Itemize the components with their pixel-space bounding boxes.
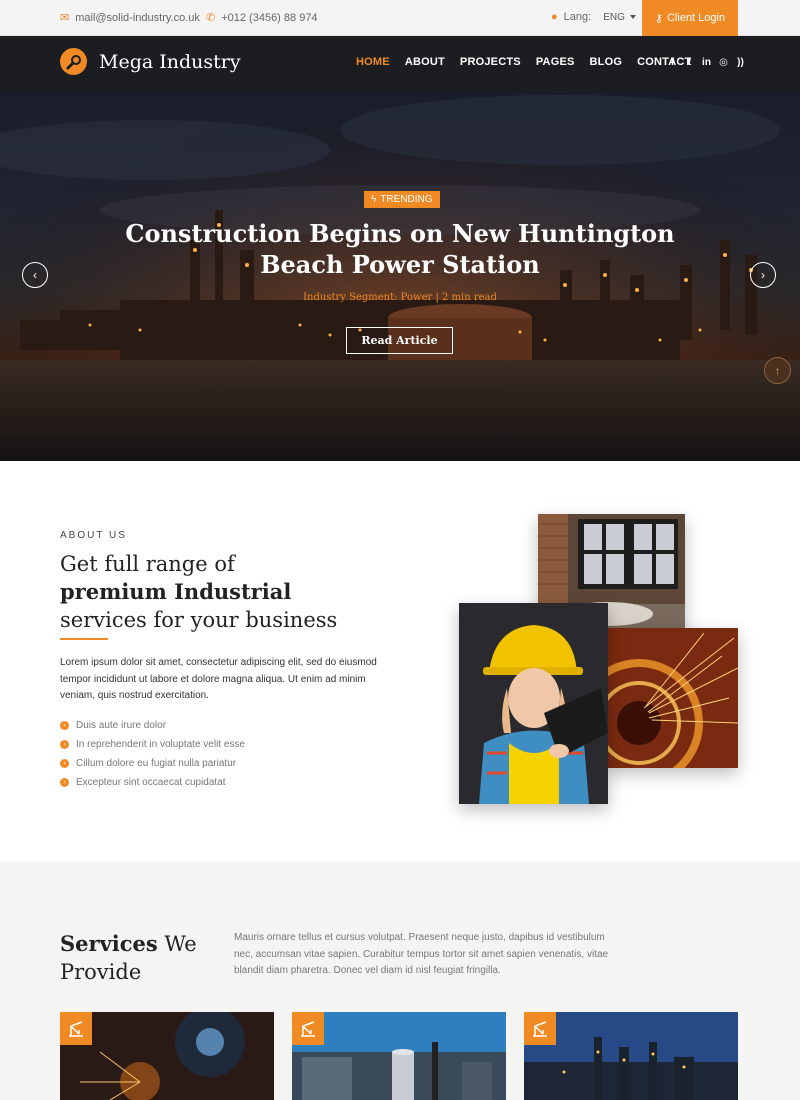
- service-card-refinery[interactable]: [524, 1012, 738, 1100]
- main-navbar: Mega Industry HOME ABOUT PROJECTS PAGES …: [0, 36, 800, 90]
- phone-contact[interactable]: ✆ +012 (3456) 88 974: [206, 11, 318, 25]
- phone-icon: ✆: [206, 12, 216, 24]
- chevron-right-icon: ›: [60, 740, 69, 749]
- services-heading-rest: We: [157, 932, 197, 956]
- instagram-icon[interactable]: ◎: [719, 57, 728, 68]
- arrow-up-icon: ↑: [774, 363, 781, 378]
- services-heading-bold: Services: [60, 931, 158, 956]
- language-selector[interactable]: ● Lang: ENG: [551, 11, 636, 23]
- nav-pages[interactable]: PAGES: [536, 56, 575, 68]
- lang-dropdown[interactable]: ENG: [603, 12, 636, 23]
- services-heading-line2: Provide: [60, 960, 142, 984]
- chevron-right-icon: ›: [60, 721, 69, 730]
- sparks-image: [604, 628, 738, 768]
- about-heading-line3: services for your business: [60, 608, 338, 632]
- service-card-plant[interactable]: [292, 1012, 506, 1100]
- list-item-label: Excepteur sint occaecat cupidatat: [76, 777, 226, 788]
- about-heading-line1: Get full range of: [60, 552, 235, 576]
- about-paragraph: Lorem ipsum dolor sit amet, consectetur …: [60, 657, 377, 701]
- chevron-right-icon: ›: [60, 778, 69, 787]
- scroll-to-top-button[interactable]: ↑: [764, 357, 791, 384]
- primary-menu: HOME ABOUT PROJECTS PAGES BLOG CONTACT: [356, 56, 691, 68]
- service-card-welding[interactable]: [60, 1012, 274, 1100]
- services-description: Mauris ornare tellus et cursus volutpat.…: [234, 932, 609, 976]
- mail-icon: ✉: [60, 12, 70, 24]
- list-item: › Cillum dolore eu fugiat nulla pariatur: [60, 754, 245, 773]
- list-item-label: In reprehenderit in voluptate velit esse: [76, 739, 245, 750]
- brand-logo[interactable]: Mega Industry: [60, 48, 241, 75]
- slider-prev-button[interactable]: ‹: [22, 262, 48, 288]
- crane-icon: [524, 1012, 556, 1045]
- lang-value: ENG: [603, 11, 625, 23]
- social-links: f t in ◎ )): [668, 57, 745, 68]
- nav-home[interactable]: HOME: [356, 56, 390, 68]
- slider-next-button[interactable]: ›: [750, 262, 776, 288]
- about-kicker: ABOUT US: [60, 530, 127, 541]
- chevron-left-icon: ‹: [33, 268, 37, 282]
- list-item: › Excepteur sint occaecat cupidatat: [60, 773, 245, 792]
- list-item: › Duis aute irure dolor: [60, 716, 245, 735]
- list-item-label: Cillum dolore eu fugiat nulla pariatur: [76, 758, 237, 769]
- key-icon: ⚷: [654, 12, 663, 25]
- chevron-right-icon: ›: [60, 759, 69, 768]
- nav-blog[interactable]: BLOG: [590, 56, 623, 68]
- about-feature-list: › Duis aute irure dolor › In reprehenderit…: [60, 716, 245, 792]
- globe-icon: ●: [551, 11, 558, 23]
- client-login-button[interactable]: ⚷ Client Login: [642, 0, 738, 36]
- phone-text: +012 (3456) 88 974: [221, 11, 318, 24]
- list-item-label: Duis aute irure dolor: [76, 720, 167, 731]
- list-item: › In reprehenderit in voluptate velit ess…: [60, 735, 245, 754]
- hero-title: Construction Begins on New Huntington Be…: [125, 219, 675, 279]
- email-contact[interactable]: ✉ mail@solid-industry.co.uk: [60, 11, 200, 25]
- wrench-icon: [60, 48, 87, 75]
- nav-projects[interactable]: PROJECTS: [460, 56, 521, 68]
- nav-about[interactable]: ABOUT: [405, 56, 445, 68]
- trending-badge: ϟ TRENDING: [364, 191, 440, 208]
- brand-name: Mega Industry: [99, 50, 241, 73]
- linkedin-icon[interactable]: in: [702, 57, 711, 68]
- crane-icon: [60, 1012, 92, 1045]
- crane-icon: [292, 1012, 324, 1045]
- trending-label: TRENDING: [380, 194, 433, 205]
- heading-divider: [60, 638, 108, 640]
- lang-label: Lang:: [563, 11, 592, 23]
- rss-icon[interactable]: )): [736, 57, 745, 68]
- read-article-button[interactable]: Read Article: [346, 327, 453, 354]
- bolt-icon: ϟ: [371, 194, 377, 205]
- client-login-label: Client Login: [666, 12, 726, 24]
- about-heading-line2: premium Industrial: [60, 579, 292, 604]
- hero-meta: Industry Segment: Power | 2 min read: [303, 292, 497, 303]
- twitter-icon[interactable]: t: [685, 57, 694, 68]
- chevron-right-icon: ›: [761, 268, 765, 282]
- worker-with-hardhat-image: [459, 603, 608, 804]
- chevron-down-icon: [629, 14, 636, 19]
- email-text: mail@solid-industry.co.uk: [75, 11, 200, 24]
- facebook-icon[interactable]: f: [668, 57, 677, 68]
- services-heading: Services We Provide: [60, 930, 197, 986]
- top-bar: ✉ mail@solid-industry.co.uk ✆ +012 (3456…: [0, 0, 800, 36]
- about-heading: Get full range of premium Industrial ser…: [60, 550, 337, 634]
